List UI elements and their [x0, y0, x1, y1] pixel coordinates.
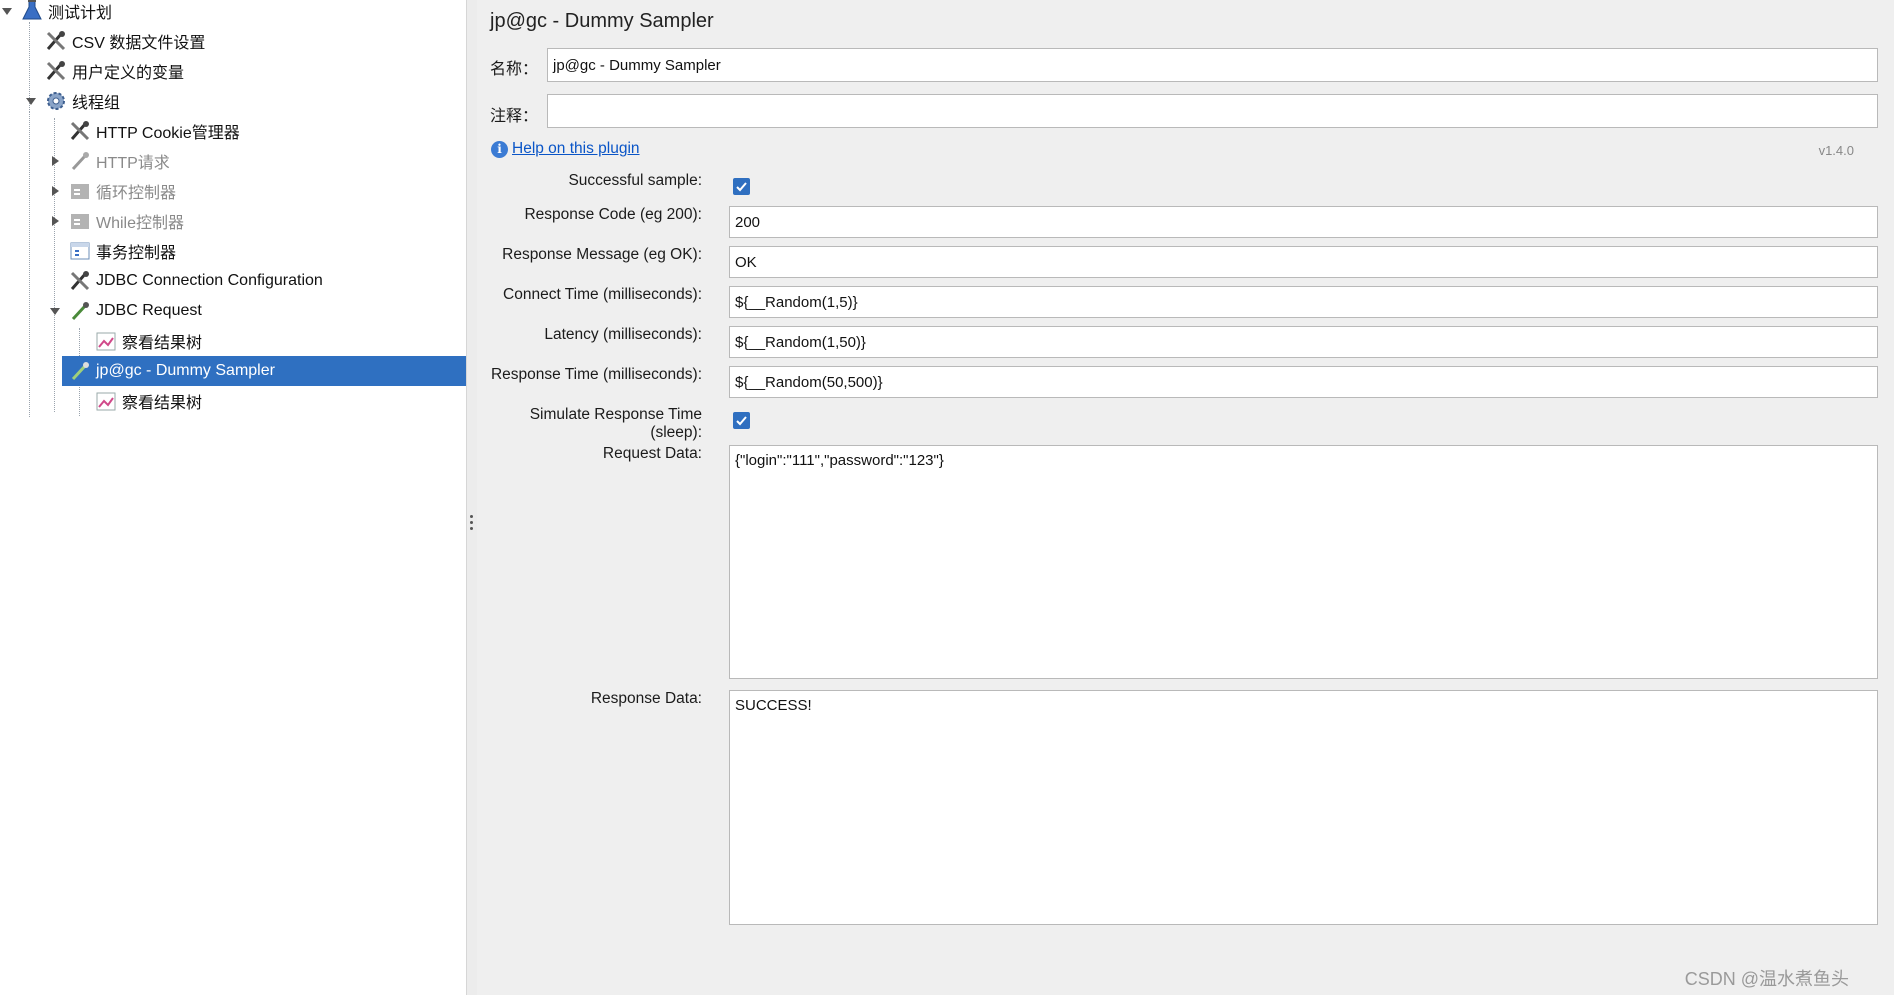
- request-data-label: Request Data:: [602, 445, 702, 462]
- tree-item-label: 循环控制器: [96, 185, 177, 202]
- drag-handle-icon: [470, 515, 473, 533]
- successful-sample-label: Successful sample:: [568, 172, 702, 189]
- simulate-sleep-label: Simulate Response Time (sleep):: [529, 406, 702, 441]
- controller-icon: [68, 209, 92, 233]
- latency-label: Latency (milliseconds):: [544, 326, 702, 343]
- transaction-controller-icon: [68, 239, 92, 263]
- watermark: CSDN @温水煮鱼头: [1684, 969, 1849, 989]
- connect-time-field[interactable]: ${__Random(1,5)}: [729, 286, 1878, 318]
- tree-item-http-request[interactable]: HTTP请求: [48, 146, 170, 176]
- tree-item-transaction-controller[interactable]: 事务控制器: [68, 236, 176, 266]
- response-message-field[interactable]: OK: [729, 246, 1878, 278]
- name-field-value: jp@gc - Dummy Sampler: [553, 56, 721, 74]
- name-field[interactable]: jp@gc - Dummy Sampler: [547, 48, 1878, 82]
- tree-item-label: CSV 数据文件设置: [72, 35, 206, 52]
- wrench-screwdriver-icon: [68, 119, 92, 143]
- collapse-toggle[interactable]: [48, 304, 62, 318]
- tree-item-label: 事务控制器: [96, 245, 177, 262]
- tree-item-label: 察看结果树: [122, 395, 203, 412]
- response-data-value: SUCCESS!: [735, 697, 812, 714]
- latency-value: ${__Random(1,50)}: [735, 333, 866, 351]
- checkmark-icon: [736, 182, 747, 192]
- wrench-screwdriver-icon: [68, 269, 92, 293]
- tree-item-label: 线程组: [72, 95, 121, 112]
- request-data-value: {"login":"111","password":"123"}: [735, 452, 944, 469]
- tree-item-label: jp@gc - Dummy Sampler: [96, 362, 275, 379]
- help-link[interactable]: Help on this plugin: [512, 140, 640, 158]
- wrench-screwdriver-icon: [44, 59, 68, 83]
- successful-sample-checkbox[interactable]: [733, 178, 750, 195]
- tree-item-dummy-sampler[interactable]: jp@gc - Dummy Sampler: [62, 356, 466, 386]
- response-data-label: Response Data:: [590, 690, 702, 707]
- expand-toggle[interactable]: [48, 154, 62, 168]
- tree-item-label: HTTP Cookie管理器: [96, 125, 240, 142]
- tree-item-label: JDBC Connection Configuration: [96, 272, 323, 289]
- expand-toggle[interactable]: [48, 214, 62, 228]
- response-code-field[interactable]: 200: [729, 206, 1878, 238]
- response-code-value: 200: [735, 213, 761, 231]
- wrench-screwdriver-icon: [44, 29, 68, 53]
- plugin-version: v1.4.0: [1818, 143, 1854, 158]
- pipette-icon: [68, 359, 92, 383]
- connect-time-value: ${__Random(1,5)}: [735, 293, 858, 311]
- panel-title: jp@gc - Dummy Sampler: [490, 10, 714, 32]
- tree-item-label: 察看结果树: [122, 335, 203, 352]
- tree-item-view-results-tree[interactable]: 察看结果树: [94, 386, 202, 416]
- tree-item-jdbc-request[interactable]: JDBC Request: [48, 296, 202, 326]
- tree-item-http-cookie-manager[interactable]: HTTP Cookie管理器: [68, 116, 240, 146]
- tree-item-thread-group[interactable]: 线程组: [24, 86, 120, 116]
- request-data-textarea[interactable]: {"login":"111","password":"123"}: [729, 445, 1878, 679]
- chart-listener-icon: [94, 329, 118, 353]
- pipette-icon: [68, 149, 92, 173]
- response-message-value: OK: [735, 253, 757, 271]
- response-message-label: Response Message (eg OK):: [502, 246, 702, 263]
- info-icon: i: [491, 140, 508, 158]
- tree-item-user-variables[interactable]: 用户定义的变量: [44, 56, 184, 86]
- response-code-label: Response Code (eg 200):: [524, 206, 702, 223]
- checkmark-icon: [736, 416, 747, 426]
- tree-item-jdbc-connection-config[interactable]: JDBC Connection Configuration: [68, 266, 323, 296]
- connect-time-label: Connect Time (milliseconds):: [503, 286, 702, 303]
- flask-icon: [20, 0, 44, 23]
- collapse-toggle[interactable]: [0, 4, 14, 18]
- tree-item-label: While控制器: [96, 215, 185, 232]
- collapse-toggle[interactable]: [24, 94, 38, 108]
- response-time-field[interactable]: ${__Random(50,500)}: [729, 366, 1878, 398]
- response-time-label: Response Time (milliseconds):: [490, 366, 702, 383]
- pipette-icon: [68, 299, 92, 323]
- test-plan-tree[interactable]: 测试计划 CSV 数据文件设置 用户定义的变量 线程组 HTTP Cookie管…: [0, 0, 466, 995]
- tree-item-csv-config[interactable]: CSV 数据文件设置: [44, 26, 205, 56]
- latency-field[interactable]: ${__Random(1,50)}: [729, 326, 1878, 358]
- comment-label: 注释：: [490, 108, 539, 125]
- controller-icon: [68, 179, 92, 203]
- chart-listener-icon: [94, 389, 118, 413]
- response-data-textarea[interactable]: SUCCESS!: [729, 690, 1878, 925]
- tree-item-while-controller[interactable]: While控制器: [48, 206, 184, 236]
- simulate-sleep-checkbox[interactable]: [733, 412, 750, 429]
- expand-toggle[interactable]: [48, 184, 62, 198]
- comment-field[interactable]: [547, 94, 1878, 128]
- gear-icon: [44, 89, 68, 113]
- tree-item-test-plan[interactable]: 测试计划: [0, 0, 112, 26]
- tree-item-label: JDBC Request: [96, 302, 202, 319]
- sampler-config-panel: jp@gc - Dummy Sampler 名称： jp@gc - Dummy …: [477, 0, 1894, 995]
- name-label: 名称：: [490, 61, 539, 78]
- tree-item-label: 用户定义的变量: [72, 65, 185, 82]
- help-row: i Help on this plugin: [491, 140, 640, 158]
- tree-item-loop-controller[interactable]: 循环控制器: [48, 176, 176, 206]
- tree-item-label: HTTP请求: [96, 155, 170, 172]
- tree-item-view-results-tree[interactable]: 察看结果树: [94, 326, 202, 356]
- tree-item-label: 测试计划: [48, 5, 113, 22]
- response-time-value: ${__Random(50,500)}: [735, 373, 883, 391]
